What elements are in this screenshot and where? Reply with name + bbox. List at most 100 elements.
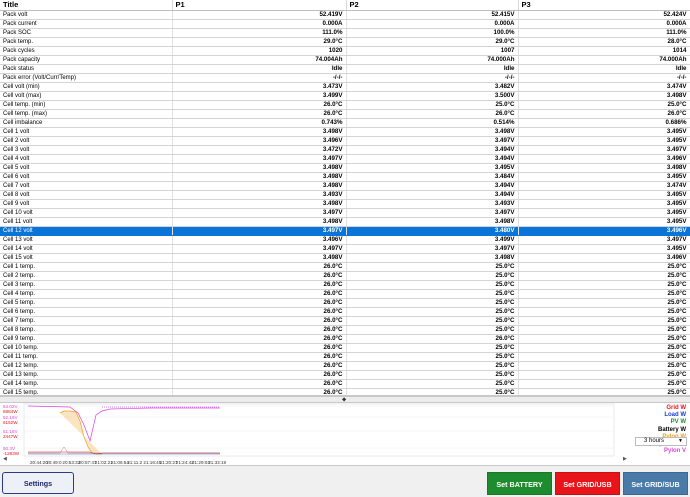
set-grid-sub-button[interactable]: Set GRID/SUB — [623, 472, 688, 495]
table-row[interactable]: Cell 6 temp. 26.0°C 25.0°C 25.0°C — [0, 307, 690, 317]
table-row[interactable]: Cell 11 volt 3.498V 3.498V 3.495V — [0, 217, 690, 227]
pane-splitter[interactable]: ⬥ — [0, 396, 690, 403]
cell-value-p1: 111.0% — [172, 28, 347, 38]
table-row[interactable]: Cell 11 temp. 26.0°C 25.0°C 25.0°C — [0, 352, 690, 362]
table-row[interactable]: Pack error (Volt/Curr/Temp) -/-/- -/-/- -/-… — [0, 73, 690, 83]
table-row[interactable]: Cell 8 volt 3.493V 3.494V 3.495V — [0, 190, 690, 200]
table-row[interactable]: Cell 3 volt 3.472V 3.494V 3.497V — [0, 145, 690, 155]
column-header-title[interactable]: Title — [0, 0, 173, 11]
row-label: Pack temp. — [0, 37, 173, 47]
table-row[interactable]: Pack SOC 111.0% 100.0% 111.0% — [0, 28, 690, 38]
column-header-p2[interactable]: P2 — [346, 0, 519, 11]
table-row[interactable]: Pack current 0.000A 0.000A 0.000A — [0, 19, 690, 29]
row-label: Cell 4 temp. — [0, 289, 173, 299]
cell-value-p1: 26.0°C — [172, 388, 347, 395]
cell-value-p2: 25.0°C — [346, 379, 519, 389]
legend-item: Grid W — [666, 405, 686, 411]
table-row[interactable]: Pack capacity 74.004Ah 74.000Ah 74.000Ah — [0, 55, 690, 65]
table-row[interactable]: Cell 4 temp. 26.0°C 25.0°C 25.0°C — [0, 289, 690, 299]
power-chart: 54.02V 8884W 52.16V 6152W 51.18V 2447W 50.3V -1… — [0, 403, 690, 466]
table-row[interactable]: Cell imbalance 0.743% 0.514% 0.686% — [0, 118, 690, 128]
cell-value-p3: 3.498V — [518, 163, 690, 173]
table-row[interactable]: Pack cycles 1020 1007 1014 — [0, 46, 690, 56]
table-row[interactable]: Cell 13 volt 3.496V 3.499V 3.497V — [0, 235, 690, 245]
table-row[interactable]: Pack temp. 29.0°C 29.0°C 28.0°C — [0, 37, 690, 47]
cell-value-p3: 25.0°C — [518, 289, 690, 299]
cell-value-p2: 3.494V — [346, 181, 519, 191]
column-header-p1[interactable]: P1 — [172, 0, 347, 11]
row-label: Cell 2 volt — [0, 136, 173, 146]
table-row[interactable]: Cell 7 temp. 26.0°C 25.0°C 25.0°C — [0, 316, 690, 326]
table-row[interactable]: Cell 7 volt 3.498V 3.494V 3.474V — [0, 181, 690, 191]
cell-value-p1: 26.0°C — [172, 352, 347, 362]
cell-value-p2: 3.498V — [346, 217, 519, 227]
table-row[interactable]: Cell 3 temp. 26.0°C 25.0°C 25.0°C — [0, 280, 690, 290]
table-row[interactable]: Cell 4 volt 3.497V 3.494V 3.496V — [0, 154, 690, 164]
row-label: Cell temp. (max) — [0, 109, 173, 119]
pack-data-table-wrap[interactable]: Title P1 P2 P3 Pack volt 52.419V 52.415V 52… — [0, 0, 690, 396]
table-row[interactable]: Cell temp. (max) 26.0°C 26.0°C 26.0°C — [0, 109, 690, 119]
cell-value-p1: 74.004Ah — [172, 55, 347, 65]
table-row[interactable]: Cell 9 volt 3.498V 3.493V 3.495V — [0, 199, 690, 209]
cell-value-p1: 1020 — [172, 46, 347, 56]
table-row[interactable]: Cell 10 temp. 26.0°C 25.0°C 25.0°C — [0, 343, 690, 353]
table-row[interactable]: Cell 2 volt 3.496V 3.497V 3.495V — [0, 136, 690, 146]
cell-value-p3: 3.496V — [518, 226, 690, 236]
table-row[interactable]: Cell 14 volt 3.497V 3.497V 3.495V — [0, 244, 690, 254]
row-label: Pack current — [0, 19, 173, 29]
table-row[interactable]: Cell 14 temp. 26.0°C 25.0°C 25.0°C — [0, 379, 690, 389]
table-row[interactable]: Cell 5 volt 3.498V 3.495V 3.498V — [0, 163, 690, 173]
set-battery-button[interactable]: Set BATTERY — [487, 472, 552, 495]
table-row[interactable]: Cell 5 temp. 26.0°C 25.0°C 25.0°C — [0, 298, 690, 308]
legend-item: Pylon V — [663, 448, 686, 455]
table-row[interactable]: Cell 12 volt 3.497V 3.480V 3.496V — [0, 226, 690, 236]
cell-value-p2: 25.0°C — [346, 325, 519, 335]
row-label: Cell 15 volt — [0, 253, 173, 263]
cell-value-p2: 25.0°C — [346, 298, 519, 308]
row-label: Cell 9 volt — [0, 199, 173, 209]
table-row[interactable]: Cell 10 volt 3.497V 3.497V 3.495V — [0, 208, 690, 218]
y-axis-label: 2447W — [3, 434, 18, 439]
table-row[interactable]: Cell 12 temp. 26.0°C 25.0°C 25.0°C — [0, 361, 690, 371]
table-row[interactable]: Cell 8 temp. 26.0°C 25.0°C 25.0°C — [0, 325, 690, 335]
table-row[interactable]: Cell 6 volt 3.498V 3.484V 3.495V — [0, 172, 690, 182]
table-row[interactable]: Cell 1 volt 3.498V 3.498V 3.495V — [0, 127, 690, 137]
cell-value-p1: 3.498V — [172, 217, 347, 227]
table-row[interactable]: Cell 2 temp. 26.0°C 25.0°C 25.0°C — [0, 271, 690, 281]
cell-value-p1: 29.0°C — [172, 37, 347, 47]
table-row[interactable]: Pack volt 52.419V 52.415V 52.424V — [0, 10, 690, 20]
row-label: Cell 13 temp. — [0, 370, 173, 380]
cell-value-p1: -/-/- — [172, 73, 347, 83]
cell-value-p3: 25.0°C — [518, 271, 690, 281]
table-row[interactable]: Cell temp. (min) 26.0°C 25.0°C 25.0°C — [0, 100, 690, 110]
table-row[interactable]: Cell 15 volt 3.498V 3.498V 3.496V — [0, 253, 690, 263]
table-row[interactable]: Cell volt (max) 3.499V 3.500V 3.498V — [0, 91, 690, 101]
chevron-down-icon: ▼ — [678, 438, 683, 444]
table-row[interactable]: Cell 15 temp. 26.0°C 25.0°C 25.0°C — [0, 388, 690, 395]
cell-value-p2: 3.499V — [346, 235, 519, 245]
set-grid-usb-button[interactable]: Set GRID/USB — [555, 472, 620, 495]
table-row[interactable]: Cell 13 temp. 26.0°C 25.0°C 25.0°C — [0, 370, 690, 380]
cell-value-p2: 25.0°C — [346, 352, 519, 362]
triangle-left-icon[interactable]: ◀ — [3, 456, 7, 462]
cell-value-p1: 26.0°C — [172, 316, 347, 326]
table-row[interactable]: Cell 1 temp. 26.0°C 25.0°C 25.0°C — [0, 262, 690, 272]
row-label: Cell 5 temp. — [0, 298, 173, 308]
settings-button[interactable]: Settings — [2, 472, 74, 494]
cell-value-p3: 28.0°C — [518, 37, 690, 47]
time-range-select[interactable]: 3 hours ▼ — [635, 437, 687, 446]
column-header-p3[interactable]: P3 — [518, 0, 690, 11]
cell-value-p3: 52.424V — [518, 10, 690, 20]
cell-value-p3: 0.000A — [518, 19, 690, 29]
table-row[interactable]: Pack status Idle Idle Idle — [0, 64, 690, 74]
row-label: Cell 12 temp. — [0, 361, 173, 371]
cell-value-p1: 3.498V — [172, 163, 347, 173]
cell-value-p3: 25.0°C — [518, 370, 690, 380]
table-row[interactable]: Cell 9 temp. 26.0°C 26.0°C 25.0°C — [0, 334, 690, 344]
row-label: Cell 10 volt — [0, 208, 173, 218]
row-label: Cell 3 volt — [0, 145, 173, 155]
cell-value-p3: 25.0°C — [518, 334, 690, 344]
table-row[interactable]: Cell volt (min) 3.473V 3.482V 3.474V — [0, 82, 690, 92]
row-label: Cell 10 temp. — [0, 343, 173, 353]
triangle-right-icon[interactable]: ▶ — [623, 456, 627, 462]
